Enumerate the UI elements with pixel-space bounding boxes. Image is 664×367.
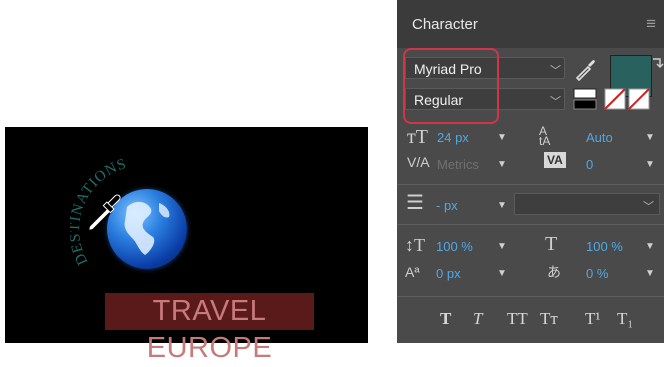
baseline-shift-value[interactable]: 0 px (436, 266, 461, 281)
eyedropper-icon[interactable] (574, 57, 598, 81)
all-caps-button[interactable]: TT (507, 309, 528, 329)
horizontal-scale-value[interactable]: 100 % (586, 239, 623, 254)
no-color-swatches-icon[interactable] (604, 88, 652, 110)
tsume-value[interactable]: 0 % (586, 266, 608, 281)
panel-title: Character (412, 16, 478, 33)
panel-header: Character ≡ (397, 0, 664, 48)
tracking-icon: VA (544, 152, 566, 168)
superscript-button[interactable]: T¹ (585, 309, 600, 329)
eyedropper-cursor-icon (83, 190, 125, 237)
character-panel: Character ≡ Myriad Pro ﹀ Regular ﹀ ᴛT 24… (397, 0, 664, 343)
unit-value[interactable]: - px (436, 198, 458, 213)
leading-icon: AtA (539, 124, 551, 148)
chevron-down-icon: ﹀ (643, 201, 654, 213)
unit-field-dropdown[interactable]: ﹀ (514, 193, 660, 215)
kerning-icon: V/A (407, 154, 430, 170)
faux-bold-button[interactable]: T (440, 309, 451, 329)
lines-icon: ☰ (406, 192, 424, 214)
vertical-scale-value[interactable]: 100 % (436, 239, 473, 254)
font-size-value[interactable]: 24 px (437, 130, 469, 145)
subscript-button[interactable]: T₁ (617, 309, 633, 329)
travel-europe-banner[interactable]: TRAVEL EUROPE (105, 293, 314, 364)
font-highlight-box (403, 48, 499, 124)
vertical-scale-arrow-icon[interactable]: ▼ (497, 241, 507, 252)
horizontal-scale-arrow-icon[interactable]: ▼ (645, 241, 655, 252)
baseline-shift-icon: Aª (405, 264, 420, 280)
document-canvas[interactable]: DESTINATIONS TRAVEL EUROPE (5, 127, 368, 364)
hamburger-icon[interactable]: ≡ (646, 14, 656, 34)
chevron-down-icon: ﹀ (550, 96, 561, 108)
swap-colors-icon[interactable] (651, 56, 664, 70)
small-caps-button[interactable]: Tт (540, 309, 558, 329)
chevron-down-icon: ﹀ (550, 65, 561, 77)
horizontal-scale-icon: T (545, 233, 558, 255)
tsume-arrow-icon[interactable]: ▼ (645, 268, 655, 279)
section-divider (397, 296, 664, 297)
tsume-icon: あ (547, 264, 561, 280)
leading-value[interactable]: Auto (586, 130, 613, 145)
vertical-scale-icon: ↕T (405, 235, 425, 255)
default-colors-icon[interactable] (573, 88, 597, 110)
tracking-value[interactable]: 0 (586, 157, 593, 172)
unit-arrow-icon[interactable]: ▼ (497, 200, 507, 211)
section-divider (397, 224, 664, 225)
baseline-shift-arrow-icon[interactable]: ▼ (497, 268, 507, 279)
kerning-value[interactable]: Metrics (437, 157, 479, 172)
kerning-arrow-icon[interactable]: ▼ (497, 159, 507, 170)
font-size-arrow-icon[interactable]: ▼ (497, 132, 507, 143)
faux-italic-button[interactable]: T (473, 309, 482, 329)
font-size-icon: ᴛT (407, 126, 428, 148)
tracking-arrow-icon[interactable]: ▼ (645, 159, 655, 170)
section-divider (397, 184, 664, 185)
leading-arrow-icon[interactable]: ▼ (645, 132, 655, 143)
